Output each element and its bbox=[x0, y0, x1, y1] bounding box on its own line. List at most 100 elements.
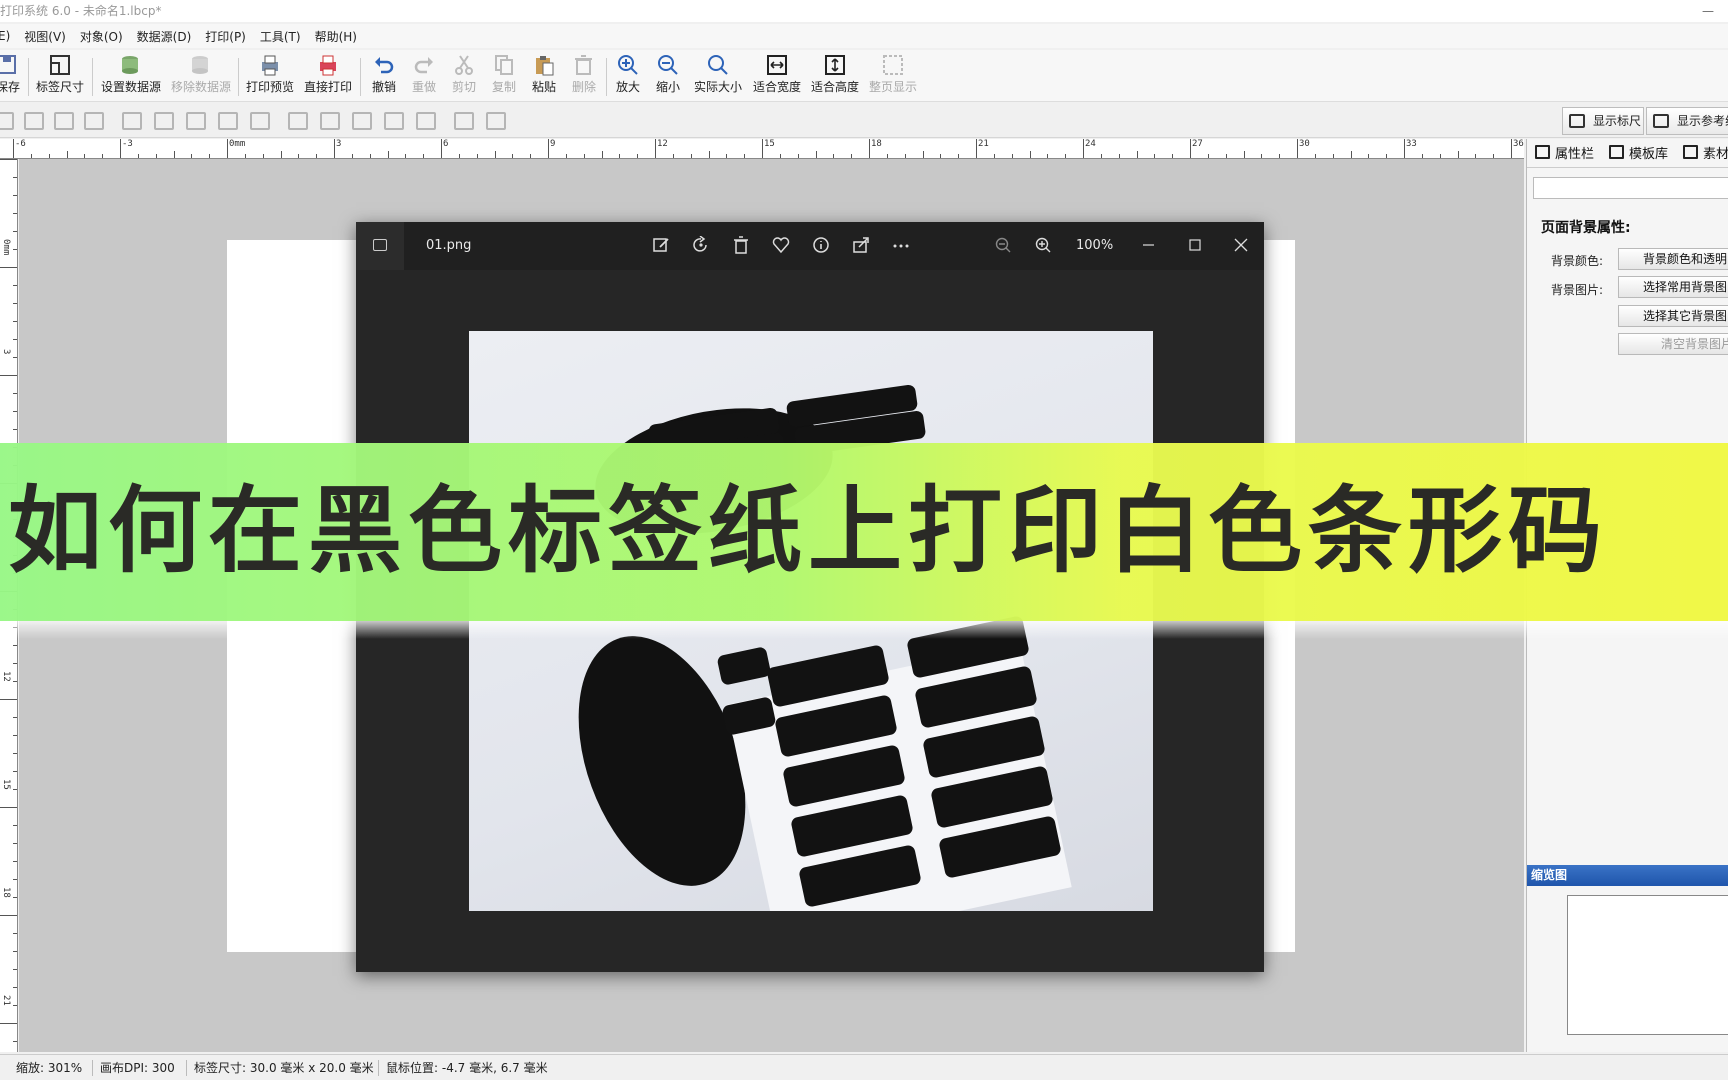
same-width-icon[interactable] bbox=[218, 112, 238, 130]
menu-tools[interactable]: 工具(T) bbox=[260, 28, 301, 45]
layer-down-icon[interactable] bbox=[54, 112, 74, 130]
common-bg-button[interactable]: 选择常用背景图 bbox=[1618, 276, 1728, 298]
ruler-tick bbox=[13, 303, 17, 304]
paste-button[interactable]: 粘贴 bbox=[528, 54, 560, 98]
eye-icon bbox=[1653, 114, 1669, 128]
maximize-icon[interactable] bbox=[1186, 236, 1204, 254]
ruler-tick bbox=[0, 699, 17, 700]
ruler-tick bbox=[13, 1005, 17, 1006]
align-left-icon[interactable] bbox=[122, 112, 142, 130]
layer-icon[interactable] bbox=[0, 112, 14, 130]
ruler-tick bbox=[1350, 151, 1352, 158]
status-mouse-position: 鼠标位置: -4.7 毫米, 6.7 毫米 bbox=[386, 1061, 548, 1075]
full-page-button[interactable]: 整页显示 bbox=[868, 54, 918, 98]
label-size-button[interactable]: 标签尺寸 bbox=[34, 54, 86, 98]
layer-up-icon[interactable] bbox=[24, 112, 44, 130]
zoom-in-icon[interactable] bbox=[1034, 236, 1052, 254]
ruler-tick bbox=[334, 139, 335, 158]
tab-materials[interactable]: 素材 bbox=[1681, 143, 1728, 162]
same-height-icon[interactable] bbox=[384, 112, 404, 130]
banner-title: 如何在黑色标签纸上打印白色条形码 bbox=[8, 477, 1609, 586]
menu-view[interactable]: 视图(V) bbox=[24, 28, 66, 45]
align-bottom-icon[interactable] bbox=[352, 112, 372, 130]
ruler-tick bbox=[1029, 151, 1031, 158]
tab-properties[interactable]: 属性栏 bbox=[1533, 143, 1594, 162]
ruler-tick bbox=[13, 231, 17, 232]
zoom-in-button[interactable]: 放大 bbox=[612, 54, 644, 98]
ruler-tick bbox=[13, 735, 17, 736]
status-bar: 缩放: 301% 画布DPI: 300 标签尺寸: 30.0 毫米 x 20.0… bbox=[0, 1054, 1728, 1080]
zoom-out-icon[interactable] bbox=[994, 236, 1012, 254]
magnifier-icon bbox=[707, 54, 729, 76]
ruler-tick bbox=[13, 825, 17, 826]
align-middle-icon[interactable] bbox=[320, 112, 340, 130]
ruler-tick bbox=[13, 933, 17, 934]
menu-datasource[interactable]: 数据源(D) bbox=[137, 28, 192, 45]
share-icon[interactable] bbox=[852, 236, 870, 254]
trash-icon[interactable] bbox=[732, 236, 750, 254]
menu-help[interactable]: 帮助(H) bbox=[315, 28, 357, 45]
ruler-label: 12 bbox=[657, 139, 668, 149]
minimize-button[interactable]: — bbox=[1702, 0, 1714, 22]
status-dpi: 画布DPI: 300 bbox=[100, 1061, 175, 1075]
ruler-tick bbox=[13, 339, 17, 340]
more-icon[interactable] bbox=[892, 236, 910, 254]
ungroup-icon[interactable] bbox=[486, 112, 506, 130]
clear-bg-button[interactable]: 清空背景图片 bbox=[1618, 333, 1728, 355]
undo-button[interactable]: 撤销 bbox=[368, 54, 400, 98]
layer-top-icon[interactable] bbox=[84, 112, 104, 130]
ruler-tick bbox=[13, 843, 17, 844]
thumbnail-preview[interactable] bbox=[1567, 895, 1728, 1035]
redo-button[interactable]: 重做 bbox=[408, 54, 440, 98]
menu-object[interactable]: 对象(O) bbox=[80, 28, 123, 45]
menu-edit[interactable]: E) bbox=[0, 29, 10, 43]
actual-size-button[interactable]: 实际大小 bbox=[692, 54, 744, 98]
ruler-tick bbox=[13, 1041, 17, 1042]
rotate-icon[interactable] bbox=[692, 235, 710, 254]
close-icon[interactable] bbox=[1232, 236, 1250, 254]
tab-templates[interactable]: 模板库 bbox=[1607, 143, 1668, 162]
fit-width-icon bbox=[766, 54, 788, 76]
horizontal-ruler: -6 -3 0mm 3 6 9 12 15 18 21 24 27 30 33 36 bbox=[0, 139, 1524, 159]
zoom-level: 100% bbox=[1076, 238, 1114, 253]
print-preview-button[interactable]: 打印预览 bbox=[244, 54, 296, 98]
direct-print-button[interactable]: 直接打印 bbox=[302, 54, 354, 98]
delete-button[interactable]: 删除 bbox=[568, 54, 600, 98]
menu-print[interactable]: 打印(P) bbox=[205, 28, 246, 45]
ruler-tick bbox=[1190, 139, 1191, 158]
cut-button[interactable]: 剪切 bbox=[448, 54, 480, 98]
minimize-icon[interactable] bbox=[1140, 236, 1158, 254]
fit-height-button[interactable]: 适合高度 bbox=[810, 54, 860, 98]
group-icon[interactable] bbox=[454, 112, 474, 130]
bg-image-label: 背景图片: bbox=[1551, 283, 1604, 297]
copy-button[interactable]: 复制 bbox=[488, 54, 520, 98]
ruler-tick bbox=[601, 151, 603, 158]
zoom-out-button[interactable]: 缩小 bbox=[652, 54, 684, 98]
align-right-icon[interactable] bbox=[186, 112, 206, 130]
show-guides-button[interactable]: 显示参考线 bbox=[1646, 107, 1728, 135]
remove-datasource-button[interactable]: 移除数据源 bbox=[168, 54, 234, 98]
bg-color-button[interactable]: 背景颜色和透明 bbox=[1618, 248, 1728, 270]
info-icon[interactable] bbox=[812, 236, 830, 254]
trash-icon bbox=[573, 54, 595, 76]
window-title: 打印系统 6.0 - 未命名1.lbcp* bbox=[0, 4, 162, 18]
distribute-h-icon[interactable] bbox=[250, 112, 270, 130]
align-top-icon[interactable] bbox=[288, 112, 308, 130]
thumbnail-header: 缩览图 bbox=[1527, 865, 1728, 886]
ruler-tick bbox=[0, 159, 17, 160]
set-datasource-button[interactable]: 设置数据源 bbox=[98, 54, 164, 98]
ruler-tick bbox=[173, 151, 175, 158]
ruler-tick bbox=[494, 151, 496, 158]
other-bg-button[interactable]: 选择其它背景图 bbox=[1618, 305, 1728, 327]
panel-search-input[interactable] bbox=[1533, 177, 1728, 199]
distribute-v-icon[interactable] bbox=[416, 112, 436, 130]
fit-width-button[interactable]: 适合宽度 bbox=[752, 54, 802, 98]
bg-color-label: 背景颜色: bbox=[1551, 254, 1604, 268]
align-center-icon[interactable] bbox=[154, 112, 174, 130]
redo-icon bbox=[413, 54, 435, 76]
edit-icon[interactable] bbox=[652, 236, 670, 254]
save-button[interactable]: 保存 bbox=[0, 54, 22, 98]
heart-icon[interactable] bbox=[772, 236, 790, 254]
clipboard-icon bbox=[533, 54, 555, 76]
show-ruler-button[interactable]: 显示标尺 bbox=[1562, 107, 1644, 135]
